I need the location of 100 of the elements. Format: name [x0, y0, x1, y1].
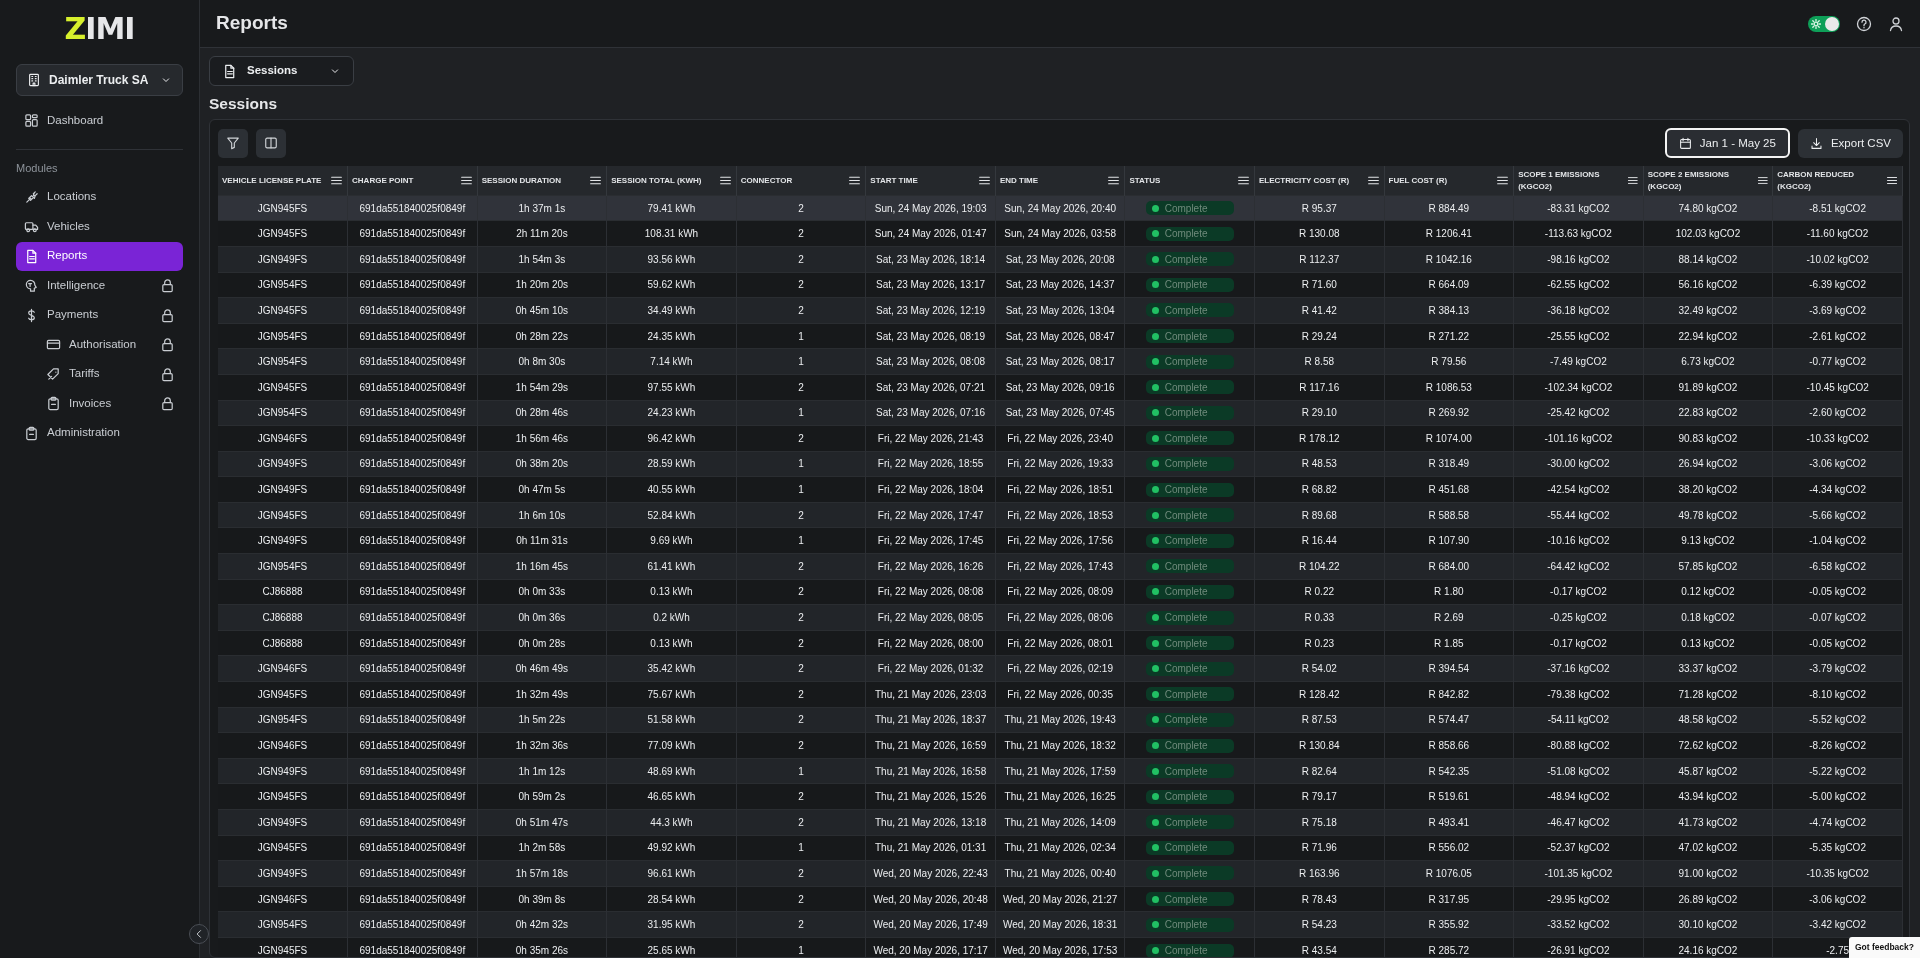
- menu-icon[interactable]: [848, 174, 862, 187]
- clipboard-icon: [46, 396, 61, 411]
- section-label: Modules: [16, 161, 59, 176]
- table-cell: Thu, 21 May 2026, 18:32: [995, 732, 1125, 759]
- table-cell: 6.73 kgCO2: [1643, 348, 1773, 375]
- table-cell: Thu, 21 May 2026, 16:25: [995, 783, 1125, 810]
- table-cell: 2h 11m 20s: [477, 220, 607, 247]
- table-cell: R 89.68: [1254, 502, 1385, 528]
- table-cell: JGN945FS: [218, 502, 348, 528]
- table-cell: 691da551840025f0849f: [347, 553, 478, 580]
- sidebar-item[interactable]: Payments: [16, 300, 183, 330]
- theme-toggle[interactable]: [1808, 15, 1840, 32]
- table-cell: R 684.00: [1384, 553, 1514, 580]
- status-badge: Complete: [1145, 226, 1234, 241]
- table-cell: 96.61 kWh: [606, 860, 737, 887]
- filter-icon: [226, 136, 240, 151]
- sidebar-item[interactable]: Locations: [16, 182, 183, 212]
- help-icon[interactable]: [1856, 15, 1872, 32]
- table-cell: 2: [736, 604, 866, 631]
- table-cell: 49.78 kgCO2: [1643, 502, 1773, 528]
- table-cell: 1h 1m 12s: [477, 758, 607, 784]
- table-cell: Fri, 22 May 2026, 01:32: [865, 655, 996, 682]
- table-cell: 0.12 kgCO2: [1643, 579, 1773, 605]
- columns-button[interactable]: [256, 128, 286, 158]
- table-cell: -10.35 kgCO2: [1772, 860, 1903, 887]
- feedback-button[interactable]: Got feedback?: [1848, 937, 1920, 958]
- sidebar-item[interactable]: Intelligence: [16, 271, 183, 300]
- organization-selector[interactable]: Daimler Truck SA: [16, 64, 183, 96]
- status-badge: Complete: [1145, 252, 1234, 267]
- table-cell: R 95.37: [1254, 195, 1385, 221]
- export-button[interactable]: Export CSV: [1797, 128, 1903, 158]
- sidebar-item[interactable]: Dashboard: [16, 106, 183, 135]
- menu-icon[interactable]: [459, 174, 473, 187]
- table-cell: 24.16 kgCO2: [1643, 937, 1773, 957]
- table-cell: -10.45 kgCO2: [1772, 374, 1903, 400]
- menu-icon[interactable]: [1496, 174, 1510, 187]
- column-header: CHARGE POINT: [352, 174, 414, 187]
- table-cell: JGN945FS: [218, 681, 348, 708]
- menu-icon[interactable]: [1756, 174, 1769, 187]
- sidebar-item[interactable]: Tariffs: [16, 359, 183, 389]
- table-cell: 59.62 kWh: [606, 272, 737, 298]
- table-cell: R 107.90: [1384, 527, 1514, 554]
- date-range-button[interactable]: Jan 1 - May 25: [1664, 128, 1790, 159]
- table-cell: 2: [736, 272, 866, 298]
- table-cell: R 82.64: [1254, 758, 1385, 784]
- table-cell: 1h 54m 3s: [477, 246, 607, 273]
- table-cell: 96.42 kWh: [606, 425, 737, 452]
- menu-icon[interactable]: [1366, 174, 1380, 187]
- sidebar-item[interactable]: Reports: [16, 241, 183, 271]
- table-cell: -5.00 kgCO2: [1772, 783, 1903, 810]
- table-cell: Sat, 23 May 2026, 07:21: [865, 374, 996, 400]
- sidebar-item[interactable]: Administration: [16, 418, 183, 448]
- table-cell: R 884.49: [1384, 195, 1514, 221]
- filter-button[interactable]: [218, 128, 248, 158]
- status-badge: Complete: [1145, 508, 1234, 523]
- sidebar-item[interactable]: Authorisation: [16, 330, 183, 359]
- table-cell: -101.16 kgCO2: [1513, 425, 1644, 452]
- column-header: VEHICLE LICENSE PLATE: [222, 174, 322, 187]
- table-cell: Wed, 20 May 2026, 20:48: [865, 886, 996, 912]
- table-cell: Thu, 21 May 2026, 18:37: [865, 707, 996, 733]
- table-cell: -25.55 kgCO2: [1513, 323, 1644, 349]
- table-cell: R 112.37: [1254, 246, 1385, 273]
- table-cell: -26.91 kgCO2: [1513, 937, 1644, 957]
- table-cell: JGN954FS: [218, 272, 348, 298]
- menu-icon[interactable]: [1237, 174, 1250, 187]
- table-cell: 691da551840025f0849f: [347, 937, 478, 957]
- report-selector[interactable]: Sessions: [209, 56, 354, 86]
- table-cell: 2: [736, 425, 866, 452]
- table-cell: -3.69 kgCO2: [1772, 297, 1903, 324]
- column-header: STATUS: [1129, 174, 1161, 187]
- table-cell: 691da551840025f0849f: [347, 451, 478, 477]
- user-icon[interactable]: [1888, 15, 1904, 32]
- status-badge: Complete: [1145, 661, 1234, 676]
- menu-icon[interactable]: [330, 174, 344, 187]
- table-cell: Sat, 23 May 2026, 20:08: [995, 246, 1125, 273]
- menu-icon[interactable]: [977, 174, 991, 187]
- menu-icon[interactable]: [589, 174, 603, 187]
- table-cell: Sat, 23 May 2026, 07:45: [995, 400, 1125, 426]
- download-icon: [1809, 136, 1823, 150]
- table-cell: Thu, 21 May 2026, 19:43: [995, 707, 1125, 733]
- menu-icon[interactable]: [1627, 174, 1639, 187]
- menu-icon[interactable]: [1107, 174, 1121, 187]
- table-cell: Sat, 23 May 2026, 08:08: [865, 348, 996, 375]
- table-cell: JGN945FS: [218, 374, 348, 400]
- table-cell: 0.13 kWh: [606, 630, 737, 656]
- table-cell: -3.42 kgCO2: [1772, 911, 1903, 938]
- menu-icon[interactable]: [1885, 174, 1898, 187]
- table-cell: 691da551840025f0849f: [347, 886, 478, 912]
- menu-icon[interactable]: [718, 174, 732, 187]
- table-cell: R 842.82: [1384, 681, 1514, 708]
- document-icon: [222, 63, 237, 79]
- table-cell: -4.34 kgCO2: [1772, 476, 1903, 503]
- sidebar-item[interactable]: Invoices: [16, 389, 183, 418]
- sidebar-item[interactable]: Vehicles: [16, 212, 183, 241]
- table-cell: 9.69 kWh: [606, 527, 737, 554]
- table-cell: 2: [736, 553, 866, 580]
- table-cell: 28.59 kWh: [606, 451, 737, 477]
- table-cell: 0h 0m 36s: [477, 604, 607, 631]
- table-cell: Wed, 20 May 2026, 17:53: [995, 937, 1125, 957]
- table-cell: 691da551840025f0849f: [347, 246, 478, 273]
